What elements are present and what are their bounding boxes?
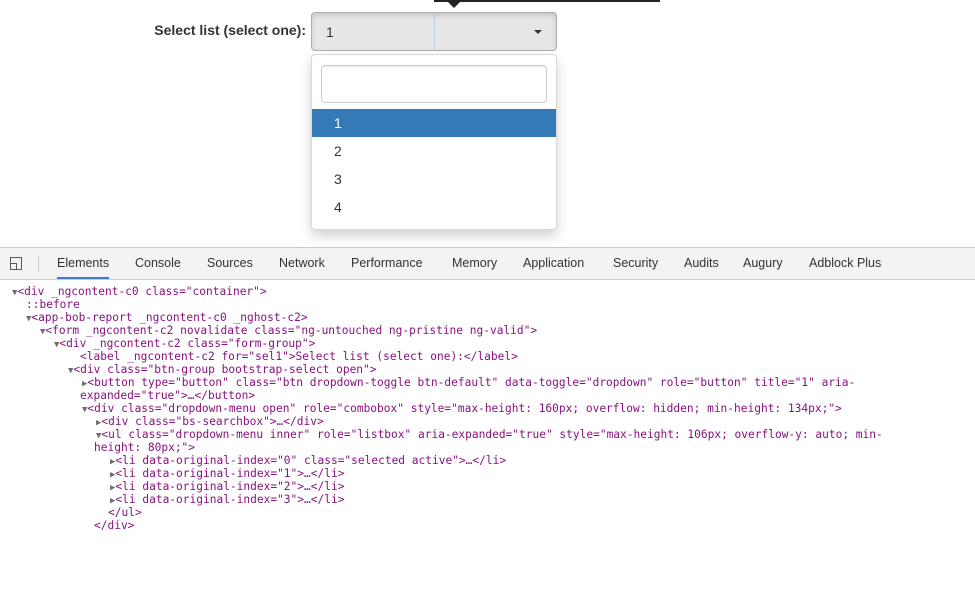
dom-node-continuation: height: 80px;"> (94, 441, 195, 454)
dom-node[interactable]: ▼<form _ngcontent-c2 novalidate class="n… (40, 324, 537, 337)
dom-node-text: <ul class="dropdown-menu inner" role="li… (101, 428, 883, 441)
dom-node-text: <li data-original-index="1">…</li> (115, 467, 345, 480)
tab-augury[interactable]: Augury (743, 248, 783, 279)
dom-node-text: <div class="dropdown-menu open" role="co… (87, 402, 842, 415)
tab-adblock-plus[interactable]: Adblock Plus (809, 248, 881, 279)
dom-node-text: <div class="btn-group bootstrap-select o… (73, 363, 377, 376)
dom-node[interactable]: ▶<button type="button" class="btn dropdo… (82, 376, 855, 389)
dom-node[interactable]: ▶<li data-original-index="1">…</li> (110, 467, 344, 480)
devtools-toolbar: Elements Console Sources Network Perform… (0, 248, 975, 280)
dropdown-search-input[interactable] (321, 65, 547, 103)
dock-side-icon[interactable] (10, 257, 22, 270)
dom-node-text: <div _ngcontent-c0 class="container"> (17, 285, 267, 298)
dom-node-continuation: expanded="true">…</button> (80, 389, 255, 402)
tab-performance[interactable]: Performance (351, 248, 423, 279)
option-1[interactable]: 1 (312, 109, 556, 137)
dropdown-menu: 1 2 3 4 (311, 54, 557, 230)
dom-node[interactable]: ▶<div class="bs-searchbox">…</div> (96, 415, 324, 428)
dom-node-text: <li data-original-index="0" class="selec… (115, 454, 507, 467)
tab-console[interactable]: Console (135, 248, 181, 279)
dom-node-text: <app-bob-report _ngcontent-c0 _nghost-c2… (31, 311, 308, 324)
option-4[interactable]: 4 (312, 193, 556, 221)
dom-node[interactable]: </div> (94, 519, 134, 532)
devtools-panel: Elements Console Sources Network Perform… (0, 247, 975, 594)
dom-node[interactable]: ▶<li data-original-index="3">…</li> (110, 493, 344, 506)
option-2[interactable]: 2 (312, 137, 556, 165)
dom-node-text: </div> (94, 519, 135, 532)
dom-node[interactable]: <label _ngcontent-c2 for="sel1">Select l… (80, 350, 518, 363)
tab-audits[interactable]: Audits (684, 248, 719, 279)
dom-node[interactable]: ▼<ul class="dropdown-menu inner" role="l… (96, 428, 883, 441)
dom-node-text: <li data-original-index="3">…</li> (115, 493, 345, 506)
tab-application[interactable]: Application (523, 248, 584, 279)
dom-node[interactable]: ▶<li data-original-index="2">…</li> (110, 480, 344, 493)
tab-security[interactable]: Security (613, 248, 658, 279)
focus-divider (434, 13, 435, 50)
tab-memory[interactable]: Memory (452, 248, 497, 279)
toolbar-divider (38, 256, 39, 272)
dom-node[interactable]: ▼<div _ngcontent-c0 class="container"> (12, 285, 267, 298)
dom-node[interactable]: </ul> (108, 506, 142, 519)
selected-value: 1 (326, 24, 334, 40)
tab-elements[interactable]: Elements (57, 248, 110, 279)
select-dropdown-toggle[interactable]: 1 (311, 12, 557, 51)
dom-node-text: <form _ngcontent-c2 novalidate class="ng… (45, 324, 538, 337)
dom-node[interactable]: ▶<li data-original-index="0" class="sele… (110, 454, 506, 467)
dom-node-text: <li data-original-index="2">…</li> (115, 480, 345, 493)
dom-node[interactable]: ▼<div _ngcontent-c2 class="form-group"> (54, 337, 315, 350)
dom-node-text: <label _ngcontent-c2 for="sel1">Select l… (80, 350, 518, 363)
option-3[interactable]: 3 (312, 165, 556, 193)
dom-node[interactable]: ▼<app-bob-report _ngcontent-c0 _nghost-c… (26, 311, 308, 324)
dom-node-text: </ul> (108, 506, 142, 519)
dom-node-text: <div _ngcontent-c2 class="form-group"> (59, 337, 316, 350)
tooltip-arrow-icon (446, 0, 462, 8)
dom-node[interactable]: ▼<div class="dropdown-menu open" role="c… (82, 402, 842, 415)
caret-down-icon (534, 30, 542, 34)
dom-node-text: expanded="true">…</button> (80, 389, 256, 402)
dom-node-text: <button type="button" class="btn dropdow… (87, 376, 856, 389)
tab-sources[interactable]: Sources (207, 248, 253, 279)
tooltip-bar (434, 0, 660, 2)
select-label: Select list (select one): (154, 22, 306, 38)
dom-node-text: height: 80px;"> (94, 441, 196, 454)
dom-node-text: ::before (26, 298, 80, 311)
dom-node[interactable]: ::before (26, 298, 80, 311)
dom-node-text: <div class="bs-searchbox">…</div> (101, 415, 324, 428)
tab-network[interactable]: Network (279, 248, 325, 279)
dom-node[interactable]: ▼<div class="btn-group bootstrap-select … (68, 363, 377, 376)
